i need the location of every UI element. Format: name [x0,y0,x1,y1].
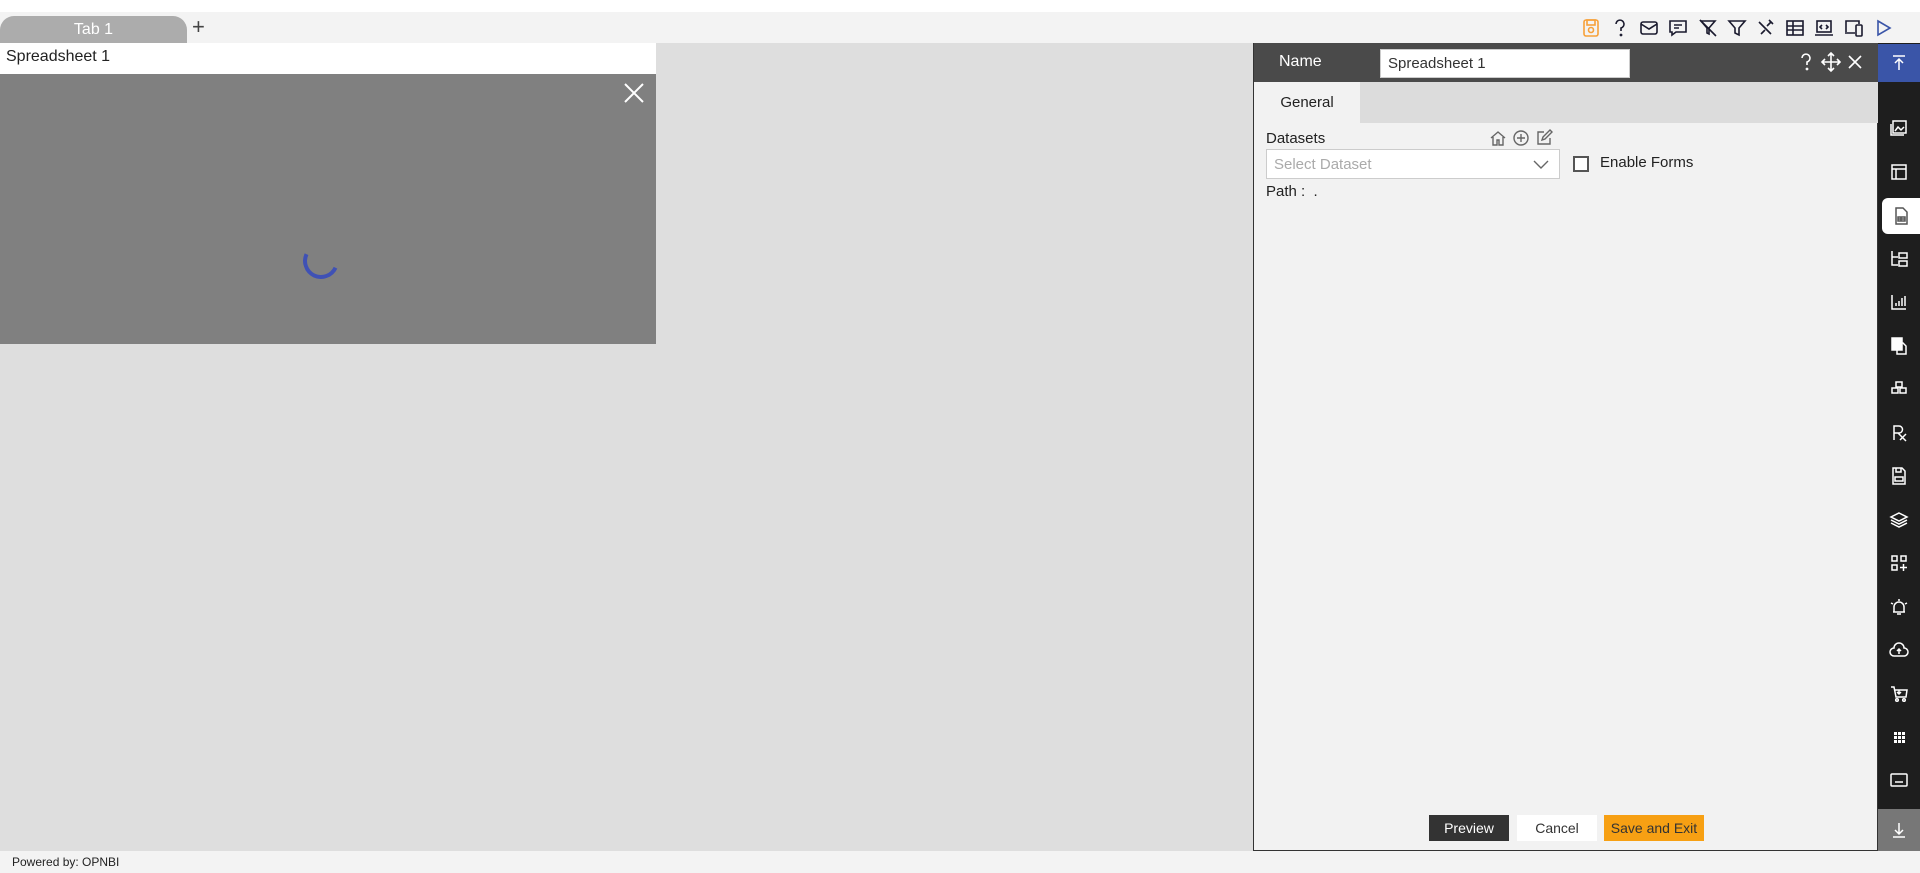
save-icon[interactable] [1580,18,1602,38]
add-tab-button[interactable]: + [192,14,205,40]
play-icon[interactable] [1872,18,1894,38]
loading-spinner [297,237,345,285]
panel-header: Name [1254,43,1879,82]
comment-icon[interactable] [1667,18,1689,38]
add-widget-icon[interactable] [1878,545,1920,581]
panel-tabs: General [1254,82,1879,123]
widget-title: Spreadsheet 1 [0,43,656,74]
folder-tree-icon[interactable] [1878,241,1920,277]
preview-button[interactable]: Preview [1429,815,1509,841]
clear-filter-icon[interactable] [1697,18,1719,38]
cancel-button[interactable]: Cancel [1517,815,1597,841]
grid-icon[interactable] [1878,719,1920,755]
add-circle-icon[interactable] [1512,129,1530,147]
cart-icon[interactable] [1878,676,1920,712]
rx-icon[interactable] [1878,415,1920,451]
chart-icon[interactable] [1878,284,1920,320]
caption-icon[interactable] [1878,762,1920,798]
save-and-exit-button[interactable]: Save and Exit [1604,815,1704,841]
properties-panel: Name General Datasets Select Dataset Ena… [1253,43,1879,851]
scroll-bottom-icon[interactable] [1878,809,1920,851]
close-icon[interactable] [1844,51,1866,73]
cloud-upload-icon[interactable] [1878,632,1920,668]
help-icon[interactable] [1795,51,1817,73]
alert-icon[interactable] [1878,589,1920,625]
enable-forms-checkbox[interactable] [1573,156,1589,172]
chevron-down-icon [1533,160,1549,169]
email-icon[interactable] [1638,18,1660,38]
datasets-label: Datasets [1266,130,1326,147]
tab-general[interactable]: General [1254,82,1360,123]
right-sidebar [1878,43,1920,851]
home-icon[interactable] [1489,129,1507,147]
name-label: Name [1279,53,1322,70]
image-icon[interactable] [1878,110,1920,146]
filter-icon[interactable] [1726,18,1748,38]
path-text: Path : . [1266,183,1318,200]
spreadsheet-widget[interactable]: Spreadsheet 1 [0,43,656,344]
devices-icon[interactable] [1843,18,1865,38]
spreadsheet-icon[interactable] [1882,198,1920,234]
copy-icon[interactable] [1878,328,1920,364]
tab-1[interactable]: Tab 1 [0,16,187,43]
tab-bar: Tab 1 + [0,12,1920,43]
footer: Powered by: OPNBI [0,851,1920,873]
layers-icon[interactable] [1878,502,1920,538]
path-label: Path : [1266,183,1306,200]
scroll-top-icon[interactable] [1878,44,1920,82]
help-icon[interactable] [1609,18,1631,38]
edit-icon[interactable] [1535,129,1553,147]
move-icon[interactable] [1820,51,1842,73]
embed-icon[interactable] [1813,18,1835,38]
table-icon[interactable] [1784,18,1806,38]
layout-icon[interactable] [1878,154,1920,190]
dataset-select[interactable]: Select Dataset [1266,149,1560,179]
cubes-icon[interactable] [1878,371,1920,407]
enable-forms-label: Enable Forms [1600,154,1694,171]
tools-icon[interactable] [1755,18,1777,38]
name-input[interactable] [1380,49,1630,78]
close-icon[interactable] [622,81,646,105]
path-value: . [1313,183,1318,200]
save-file-icon[interactable] [1878,458,1920,494]
dataset-placeholder: Select Dataset [1274,156,1372,173]
